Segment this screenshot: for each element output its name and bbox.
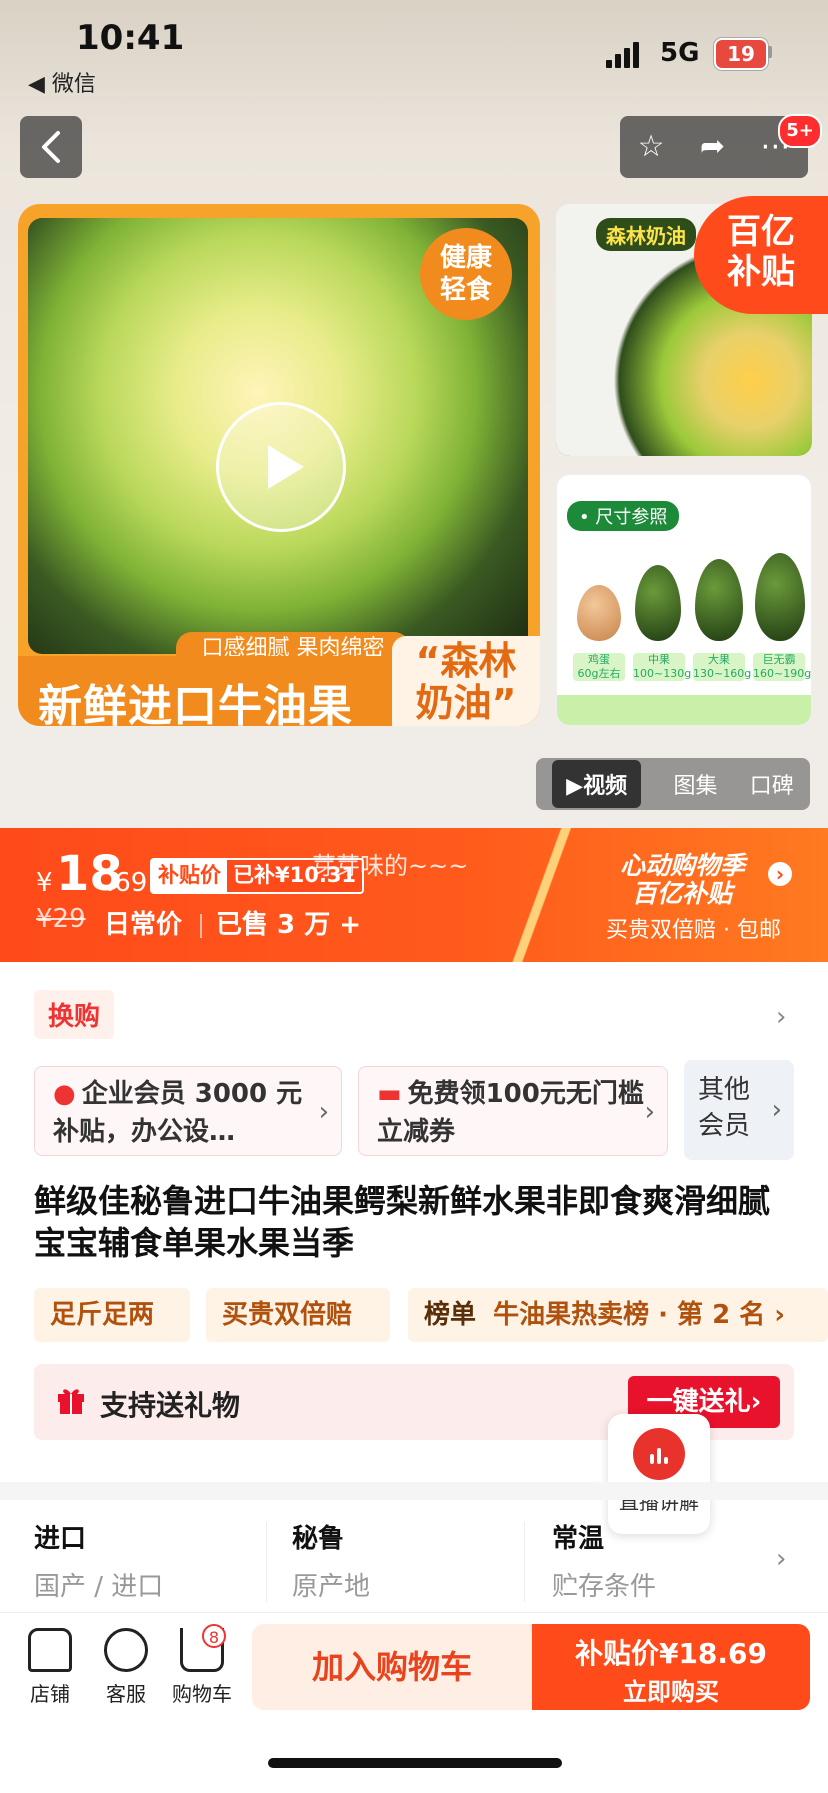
buy-now-button[interactable]: 补贴价¥18.69 立即购买 (532, 1624, 810, 1710)
thumbnail-size-reference[interactable]: • 尺寸参照 鸡蛋 60g左右 中果 100~130g 大果 130~160g … (556, 474, 812, 726)
guarantee-text: 买贵双倍赔 · 包邮 (606, 918, 781, 943)
size-label: 大果 130~160g (693, 653, 752, 681)
badge-price-protection[interactable]: 买贵双倍赔 (206, 1288, 390, 1342)
member-card-text: 企业会员 3000 元补贴，办公设… (53, 1079, 303, 1147)
spec-name: 贮存条件 (552, 1572, 657, 1602)
cart-label: 购物车 (172, 1682, 232, 1706)
other-members-label: 其他会员 (698, 1075, 751, 1141)
tab-reviews[interactable]: 口碑 (750, 768, 794, 800)
tab-gallery[interactable]: 图集 (673, 768, 717, 800)
play-icon (268, 445, 304, 489)
daily-price-label: 日常价 (104, 910, 183, 940)
service-nav-button[interactable]: 客服 (86, 1628, 166, 1707)
service-icon (104, 1628, 148, 1672)
card-icon: ▬ (377, 1079, 402, 1109)
add-to-cart-button[interactable]: 加入购物车 (252, 1624, 532, 1710)
member-card-coupon[interactable]: ▬ 免费领100元无门槛立减券 › (358, 1066, 668, 1156)
thumbnail-tag: 森林奶油 (596, 218, 696, 251)
person-icon: ● (53, 1079, 76, 1109)
chevron-right-icon[interactable]: › (776, 1002, 786, 1032)
ranking-label: 榜单 (424, 1300, 477, 1330)
cart-count-badge: 8 (202, 1624, 226, 1648)
avocado-large-image (755, 553, 805, 641)
spec-separator (266, 1522, 267, 1602)
spec-value: 秘鲁 (292, 1524, 345, 1554)
badge-ranking[interactable]: 榜单 牛油果热卖榜 · 第 2 名 › (408, 1288, 828, 1342)
baiyi-subsidy-badge: 百亿 补贴 (694, 196, 828, 314)
price-decimal: .69 (106, 868, 148, 898)
gift-icon (58, 1389, 84, 1414)
subsidy-label: 补贴价 (158, 863, 221, 887)
back-to-app-link[interactable]: ◀ 微信 (28, 66, 96, 98)
service-label: 客服 (106, 1682, 146, 1706)
chevron-right-icon: › (771, 1095, 782, 1125)
original-price: ¥29 (36, 904, 86, 934)
chevron-right-icon: › (318, 1097, 329, 1127)
play-video-button[interactable] (216, 402, 346, 532)
member-card-enterprise[interactable]: ● 企业会员 3000 元补贴，办公设… › (34, 1066, 342, 1156)
battery-tip (768, 46, 772, 58)
chevron-right-icon: › (644, 1097, 655, 1127)
live-icon (633, 1428, 685, 1480)
battery-indicator: 19 (714, 38, 768, 70)
spec-value: 进口 (34, 1524, 87, 1554)
buy-price: 补贴价¥18.69 (574, 1637, 768, 1670)
sold-count: 已售 3 万 + (200, 904, 361, 941)
spec-name: 原产地 (292, 1572, 371, 1602)
media-tabs: ▶视频 图集 口碑 (536, 758, 810, 810)
product-title: 鲜级佳秘鲁进口牛油果鳄梨新鲜水果非即食爽滑细腻宝宝辅食单果水果当季 (34, 1182, 771, 1262)
size-reference-base (557, 695, 811, 725)
caption-text: 新鲜进口牛油果 (38, 681, 353, 726)
store-nav-button[interactable]: 店铺 (10, 1628, 90, 1707)
avocado-medium-image (695, 559, 743, 641)
festival-subtitle[interactable]: 百亿补贴 (632, 874, 732, 910)
price-currency: ¥ (36, 868, 53, 898)
chevron-right-icon[interactable]: › (776, 1544, 786, 1574)
banner-divider (512, 828, 602, 962)
chevron-left-icon (42, 131, 60, 163)
status-time: 10:41 (76, 18, 185, 58)
message-badge: 5+ (778, 114, 822, 148)
store-icon (28, 1628, 72, 1672)
back-button[interactable] (20, 116, 82, 178)
baiyi-line2: 补贴 (727, 252, 795, 292)
spec-value: 常温 (552, 1524, 605, 1554)
other-members-card[interactable]: 其他会员 › (684, 1060, 794, 1160)
main-product-image[interactable]: 健康轻食 口感细腻 果肉绵密 新鲜进口牛油果 “森林奶油” (18, 204, 540, 726)
signal-icon (606, 40, 642, 68)
size-label: 中果 100~130g (633, 653, 692, 681)
chevron-right-icon[interactable]: › (768, 862, 792, 886)
member-card-text: 免费领100元无门槛立减券 (377, 1079, 644, 1147)
health-tag: 健康轻食 (420, 228, 512, 320)
gift-label: 支持送礼物 (100, 1389, 241, 1422)
badge-full-weight[interactable]: 足斤足两 (34, 1288, 190, 1342)
avocado-small-image (635, 565, 681, 641)
home-indicator (268, 1758, 562, 1768)
egg-image (577, 585, 621, 641)
size-reference-tag: • 尺寸参照 (567, 501, 680, 531)
buy-label: 立即购买 (623, 1678, 719, 1706)
tab-video[interactable]: ▶视频 (552, 760, 642, 808)
network-indicator: 5G (660, 38, 700, 68)
swap-purchase-chip[interactable]: 换购 (34, 990, 115, 1039)
live-explain-button[interactable]: 直播讲解 (608, 1414, 710, 1534)
section-divider (0, 1482, 828, 1500)
overlay-comment: 芽芽味的~~~ (312, 852, 469, 880)
spec-separator (524, 1522, 525, 1602)
share-icon[interactable]: ➦ (700, 132, 725, 162)
size-label: 鸡蛋 60g左右 (573, 653, 625, 681)
store-label: 店铺 (30, 1682, 70, 1706)
ranking-text: 牛油果热卖榜 · 第 2 名 › (493, 1300, 786, 1330)
star-icon[interactable]: ☆ (638, 132, 665, 162)
spec-name: 国产 / 进口 (34, 1572, 164, 1602)
size-label: 巨无霸 160~190g (753, 653, 812, 681)
caption-quote: “森林奶油” (392, 636, 540, 726)
baiyi-line1: 百亿 (727, 212, 795, 252)
